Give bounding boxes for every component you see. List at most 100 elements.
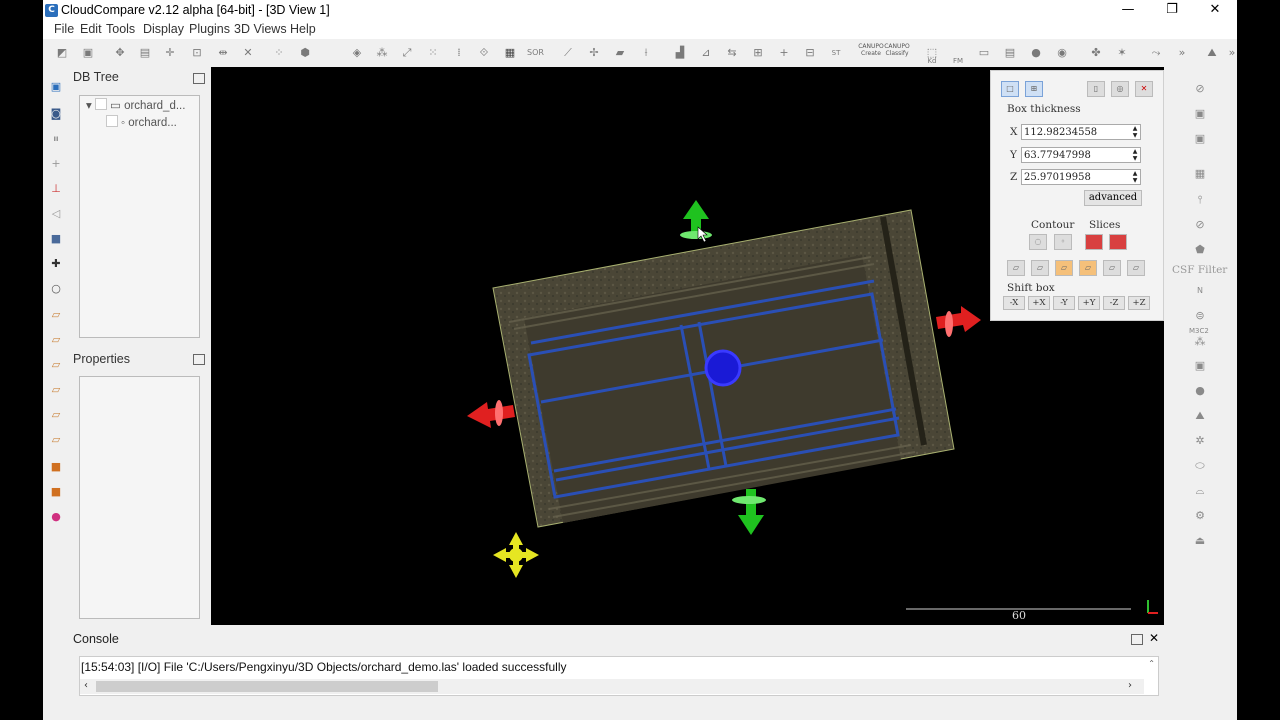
layers-icon[interactable]: ▤ (1003, 46, 1017, 60)
z-thickness-input[interactable]: 25.97019958 ▲ ▼ (1021, 169, 1141, 185)
shift-plus-z-button[interactable]: +Z (1128, 296, 1150, 310)
chart-icon[interactable]: ⊿ (699, 46, 713, 60)
connected-icon[interactable]: ⁞ (452, 46, 466, 60)
grid-icon[interactable]: ⊟ (803, 46, 817, 60)
clone-icon[interactable]: ✥ (113, 46, 127, 60)
console-hscrollbar[interactable]: ‹ › (80, 679, 1144, 694)
north-icon[interactable]: N (1193, 284, 1207, 298)
ruler-icon[interactable]: ⊘ (1193, 218, 1207, 232)
menu-edit[interactable]: Edit (80, 22, 102, 36)
tool-h-icon[interactable]: ⌓ (1193, 484, 1207, 498)
close-tool-icon[interactable]: ✕ (1135, 81, 1153, 97)
menu-file[interactable]: File (54, 22, 74, 36)
bottom-view-icon[interactable]: ▱ (49, 433, 63, 447)
back-view-icon[interactable]: ▱ (49, 383, 63, 397)
scroll-left-icon[interactable]: ‹ (84, 680, 88, 691)
scrollbar-thumb[interactable] (96, 681, 438, 692)
sf-icon[interactable]: ⟊ (639, 46, 653, 60)
segment-icon[interactable]: ⊡ (190, 46, 204, 60)
delete-icon[interactable]: ✕ (241, 46, 255, 60)
y-spin-arrows-icon[interactable]: ▲ ▼ (1130, 148, 1140, 162)
view-cube-icon[interactable]: ■ (49, 232, 63, 246)
tool-d-icon[interactable]: ⊜ (1193, 309, 1207, 323)
menu-tools[interactable]: Tools (106, 22, 135, 36)
csf-filter-label[interactable]: CSF Filter (1172, 264, 1227, 276)
m3c2-icon[interactable]: ⁂ (1193, 335, 1207, 349)
tool-a-icon[interactable]: ▣ (1193, 107, 1207, 121)
front-view-icon[interactable]: ▱ (49, 333, 63, 347)
close-window-button[interactable]: ✕ (1193, 0, 1237, 21)
export-slice-icon[interactable]: ▯ (1087, 81, 1105, 97)
top-view-icon[interactable]: ▱ (49, 308, 63, 322)
tool-b-icon[interactable]: ▣ (1193, 132, 1207, 146)
menu-display[interactable]: Display (143, 22, 184, 36)
iso-view1-icon[interactable]: ■ (49, 460, 63, 474)
tool-j-icon[interactable]: ⏏ (1193, 534, 1207, 548)
view-right-icon[interactable]: ▱ (1103, 260, 1121, 276)
collapse-arrow-icon[interactable]: ▾ (86, 100, 92, 112)
cloud-icon[interactable]: ✤ (1089, 46, 1103, 60)
plane-icon[interactable]: ▰ (613, 46, 627, 60)
pivot-icon[interactable]: ⊥ (49, 182, 63, 196)
root-checkbox[interactable] (94, 98, 107, 110)
view-front-icon[interactable]: ▱ (1031, 260, 1049, 276)
x-thickness-input[interactable]: 112.98234558 ▲ ▼ (1021, 124, 1141, 140)
left-view-icon[interactable]: ▱ (49, 358, 63, 372)
sor-button[interactable]: SOR (527, 46, 544, 60)
scroll-right-icon[interactable]: › (1128, 680, 1132, 691)
no-entry-icon[interactable]: ⊘ (1193, 82, 1207, 96)
extract-slice-icon[interactable] (1085, 234, 1103, 250)
merge-icon[interactable]: ▤ (138, 46, 152, 60)
iso-view2-icon[interactable]: ■ (49, 485, 63, 499)
add-icon[interactable]: + (777, 46, 791, 60)
move-x-right-arrow[interactable] (936, 306, 981, 337)
tool-c-icon[interactable]: ▦ (1193, 167, 1207, 181)
shield-icon[interactable]: ⬟ (1193, 243, 1207, 257)
shift-plus-y-button[interactable]: +Y (1078, 296, 1100, 310)
plugin-icon[interactable]: ⛰ (1205, 46, 1219, 60)
sphere-icon[interactable]: ● (1029, 46, 1043, 60)
compare-icon[interactable]: ⇆ (725, 46, 739, 60)
tool-i-icon[interactable]: ⚙ (1193, 509, 1207, 523)
distance-icon[interactable]: ⊞ (751, 46, 765, 60)
tree-item-root[interactable]: ▾ ▭ orchard_d... (86, 98, 185, 112)
st-icon[interactable]: ST (829, 46, 843, 60)
tool-e-icon[interactable]: ▣ (1193, 359, 1207, 373)
m3c2-label[interactable]: M3C2 (1189, 327, 1209, 335)
noise-icon[interactable]: ⁂ (375, 46, 389, 60)
console-float-icon[interactable] (1131, 634, 1143, 645)
slice-mode-icon[interactable]: ⊞ (1025, 81, 1043, 97)
translate-icon[interactable]: ✛ (163, 46, 177, 60)
save-icon[interactable]: ▣ (81, 46, 95, 60)
tool-g-icon[interactable]: ✲ (1193, 434, 1207, 448)
menu-3d-views[interactable]: 3D Views (234, 22, 287, 36)
axis-icon[interactable]: ✢ (587, 46, 601, 60)
display-icon[interactable]: ▣ (49, 80, 63, 94)
x-spin-arrows-icon[interactable]: ▲ ▼ (1130, 125, 1140, 139)
advanced-button[interactable]: advanced (1084, 190, 1142, 206)
reset-icon[interactable]: ◎ (1111, 81, 1129, 97)
view-top-icon[interactable]: ▱ (1007, 260, 1025, 276)
cross-section-icon[interactable]: ⁙ (426, 46, 440, 60)
probe-icon[interactable]: ⫯ (1193, 193, 1207, 207)
canupo-create-button[interactable]: CANUPO Create (857, 43, 885, 57)
more-toolbar-icon[interactable]: » (1175, 46, 1189, 60)
more-toolbar2-icon[interactable]: » (1225, 46, 1239, 60)
normals-icon[interactable]: ⟋ (561, 46, 575, 60)
pick-icon[interactable]: ⇹ (216, 46, 230, 60)
center-icon[interactable]: ✚ (49, 257, 63, 271)
repeat-slice-icon[interactable] (1109, 234, 1127, 250)
db-tree-float-icon[interactable] (193, 73, 205, 84)
center-handle[interactable] (704, 349, 742, 387)
sample-icon[interactable]: ⁘ (272, 46, 286, 60)
export-icon[interactable]: ⤳ (1149, 46, 1163, 60)
stereo-icon[interactable]: ● (49, 510, 63, 524)
move-y-down-arrow[interactable] (732, 489, 766, 535)
histogram-icon[interactable]: ▟ (673, 46, 687, 60)
shift-minus-z-button[interactable]: -Z (1103, 296, 1125, 310)
right-view-icon[interactable]: ▱ (49, 408, 63, 422)
subsample-icon[interactable]: ◈ (350, 46, 364, 60)
cloud-checkbox[interactable] (106, 115, 118, 127)
rotate-handle[interactable] (493, 532, 539, 578)
perspective-icon[interactable]: ◁ (49, 207, 63, 221)
